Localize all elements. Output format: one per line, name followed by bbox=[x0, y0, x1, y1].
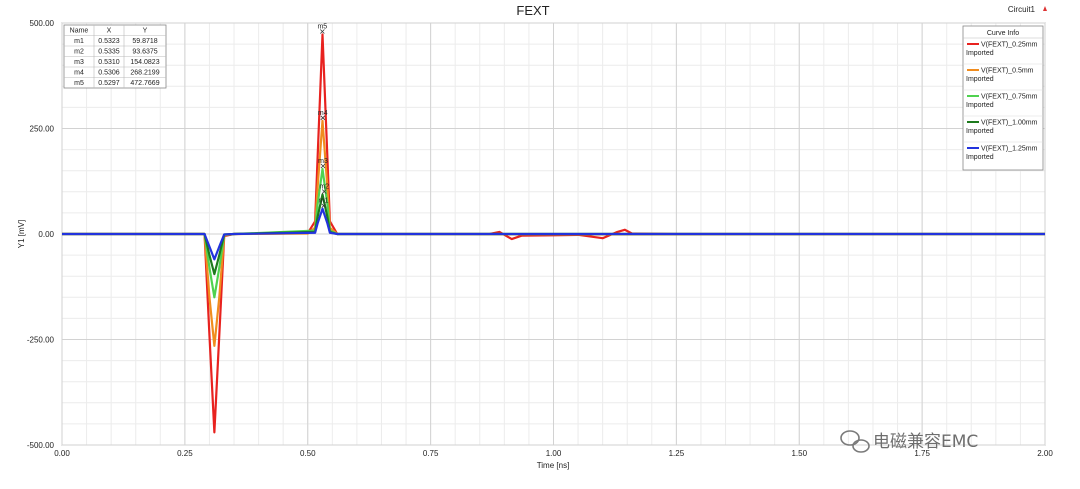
marker-table-cell: m4 bbox=[74, 70, 84, 77]
legend-entry-sub: Imported bbox=[966, 76, 994, 83]
x-tick-label: 0.00 bbox=[54, 449, 70, 458]
marker-table-cell: m3 bbox=[74, 59, 84, 66]
circuit-label: Circuit1 bbox=[1008, 5, 1036, 14]
x-tick-label: 2.00 bbox=[1037, 449, 1053, 458]
marker-table-cell: 0.5323 bbox=[98, 38, 120, 45]
marker-table-cell: m2 bbox=[74, 49, 84, 56]
legend-entry-sub: Imported bbox=[966, 102, 994, 109]
legend: Curve InfoV(FEXT)_0.25mmImportedV(FEXT)_… bbox=[962, 25, 1044, 171]
legend-title: Curve Info bbox=[987, 30, 1019, 37]
marker-table: Name X Ym1 0.5323 59.8718 m2 0.5335 93.6375 m3 0.… bbox=[63, 24, 167, 89]
fext-chart: FEXT Circuit1 0.00 0.25 0.50 0.75 1.00 1.25 1.… bbox=[17, 3, 1053, 470]
x-tick-label: 1.50 bbox=[791, 449, 807, 458]
marker-table-header: Y bbox=[143, 28, 148, 35]
marker-label: m4 bbox=[318, 110, 328, 117]
watermark-text: 电磁兼容EMC bbox=[873, 432, 978, 452]
legend-entry-name: V(FEXT)_1.00mm bbox=[981, 120, 1038, 127]
marker-table-cell: 0.5306 bbox=[98, 70, 120, 77]
marker-label: m2 bbox=[319, 183, 329, 190]
marker-table-cell: 59.8718 bbox=[132, 38, 157, 45]
legend-entry-name: V(FEXT)_0.5mm bbox=[981, 68, 1034, 75]
marker-table-cell: 154.0823 bbox=[130, 59, 159, 66]
legend-entry-name: V(FEXT)_0.25mm bbox=[981, 42, 1038, 49]
y-tick-label: -500.00 bbox=[27, 441, 55, 450]
marker-table-cell: m5 bbox=[74, 80, 84, 87]
x-tick-label: 1.25 bbox=[669, 449, 685, 458]
legend-entry-sub: Imported bbox=[966, 128, 994, 135]
marker-table-cell: 0.5297 bbox=[98, 80, 120, 87]
x-tick-label: 0.50 bbox=[300, 449, 316, 458]
y-tick-label: 250.00 bbox=[30, 125, 55, 134]
x-tick-label: 1.00 bbox=[546, 449, 562, 458]
marker-table-cell: 268.2199 bbox=[130, 70, 159, 77]
marker-table-cell: 472.7669 bbox=[130, 80, 159, 87]
y-tick-label: 0.00 bbox=[38, 230, 54, 239]
marker-table-header: Name bbox=[70, 28, 89, 35]
legend-entry-name: V(FEXT)_1.25mm bbox=[981, 146, 1038, 153]
marker-label: m3 bbox=[318, 158, 328, 165]
y-tick-label: -250.00 bbox=[27, 336, 55, 345]
legend-entry-sub: Imported bbox=[966, 50, 994, 57]
marker-label: m5 bbox=[317, 23, 327, 30]
marker-table-cell: 0.5310 bbox=[98, 59, 120, 66]
y-tick-label: 500.00 bbox=[30, 19, 55, 28]
marker-table-header: X bbox=[107, 28, 112, 35]
chart-title: FEXT bbox=[516, 3, 549, 18]
x-tick-label: 0.75 bbox=[423, 449, 439, 458]
x-tick-label: 0.25 bbox=[177, 449, 193, 458]
pin-icon[interactable] bbox=[1043, 6, 1047, 11]
legend-entry-name: V(FEXT)_0.75mm bbox=[981, 94, 1038, 101]
y-axis-label: Y1 [mV] bbox=[17, 220, 26, 248]
marker-table-cell: 0.5335 bbox=[98, 49, 120, 56]
legend-entry-sub: Imported bbox=[966, 154, 994, 161]
marker-table-cell: m1 bbox=[74, 38, 84, 45]
x-axis-label: Time [ns] bbox=[537, 461, 570, 470]
marker-table-cell: 93.6375 bbox=[132, 49, 157, 56]
marker-label: m1 bbox=[319, 198, 329, 205]
